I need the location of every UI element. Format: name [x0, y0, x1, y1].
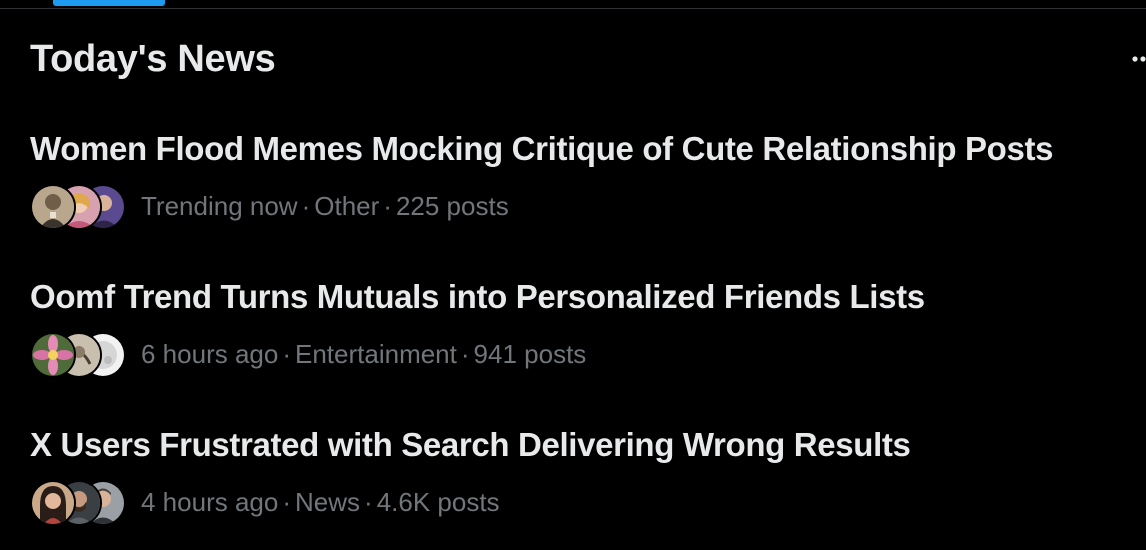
meta-separator: · [282, 339, 291, 369]
news-meta: 6 hours ago · Entertainment · 941 posts [30, 332, 1030, 378]
avatar-group [30, 184, 126, 230]
news-headline[interactable]: Women Flood Memes Mocking Critique of Cu… [30, 128, 1053, 170]
news-item[interactable]: Women Flood Memes Mocking Critique of Cu… [30, 128, 1130, 238]
news-item[interactable]: Oomf Trend Turns Mutuals into Personaliz… [30, 276, 1130, 386]
news-category: Other [314, 191, 380, 221]
news-post-count: 4.6K posts [376, 487, 500, 517]
news-meta-text: 4 hours ago · News · 4.6K posts [141, 485, 500, 519]
avatar-portrait-vintage [30, 184, 76, 230]
meta-separator: · [383, 191, 392, 221]
news-headline[interactable]: Oomf Trend Turns Mutuals into Personaliz… [30, 276, 925, 318]
news-time: Trending now [141, 191, 298, 221]
news-meta-text: 6 hours ago · Entertainment · 941 posts [141, 337, 586, 371]
meta-separator: · [460, 339, 470, 369]
news-meta-text: Trending now · Other · 225 posts [141, 189, 509, 223]
meta-separator: · [301, 191, 311, 221]
news-post-count: 941 posts [473, 339, 587, 369]
meta-separator: · [364, 487, 373, 517]
news-category: Entertainment [295, 339, 457, 369]
section-title: Today's News [30, 38, 276, 80]
news-post-count: 225 posts [395, 191, 509, 221]
news-category: News [295, 487, 361, 517]
news-headline[interactable]: X Users Frustrated with Search Deliverin… [30, 424, 911, 466]
more-options-button[interactable] [1124, 44, 1146, 74]
avatar-person-dark-hair [30, 480, 76, 526]
avatar-group [30, 332, 126, 378]
avatar-group [30, 480, 126, 526]
more-horizontal-icon [1132, 56, 1146, 62]
active-tab-indicator [53, 0, 165, 6]
meta-separator: · [282, 487, 291, 517]
news-time: 4 hours ago [141, 487, 279, 517]
top-divider [0, 8, 1146, 9]
avatar-flower [30, 332, 76, 378]
news-meta: 4 hours ago · News · 4.6K posts [30, 480, 1030, 526]
news-meta: Trending now · Other · 225 posts [30, 184, 1030, 230]
news-item[interactable]: X Users Frustrated with Search Deliverin… [30, 424, 1130, 534]
news-time: 6 hours ago [141, 339, 279, 369]
